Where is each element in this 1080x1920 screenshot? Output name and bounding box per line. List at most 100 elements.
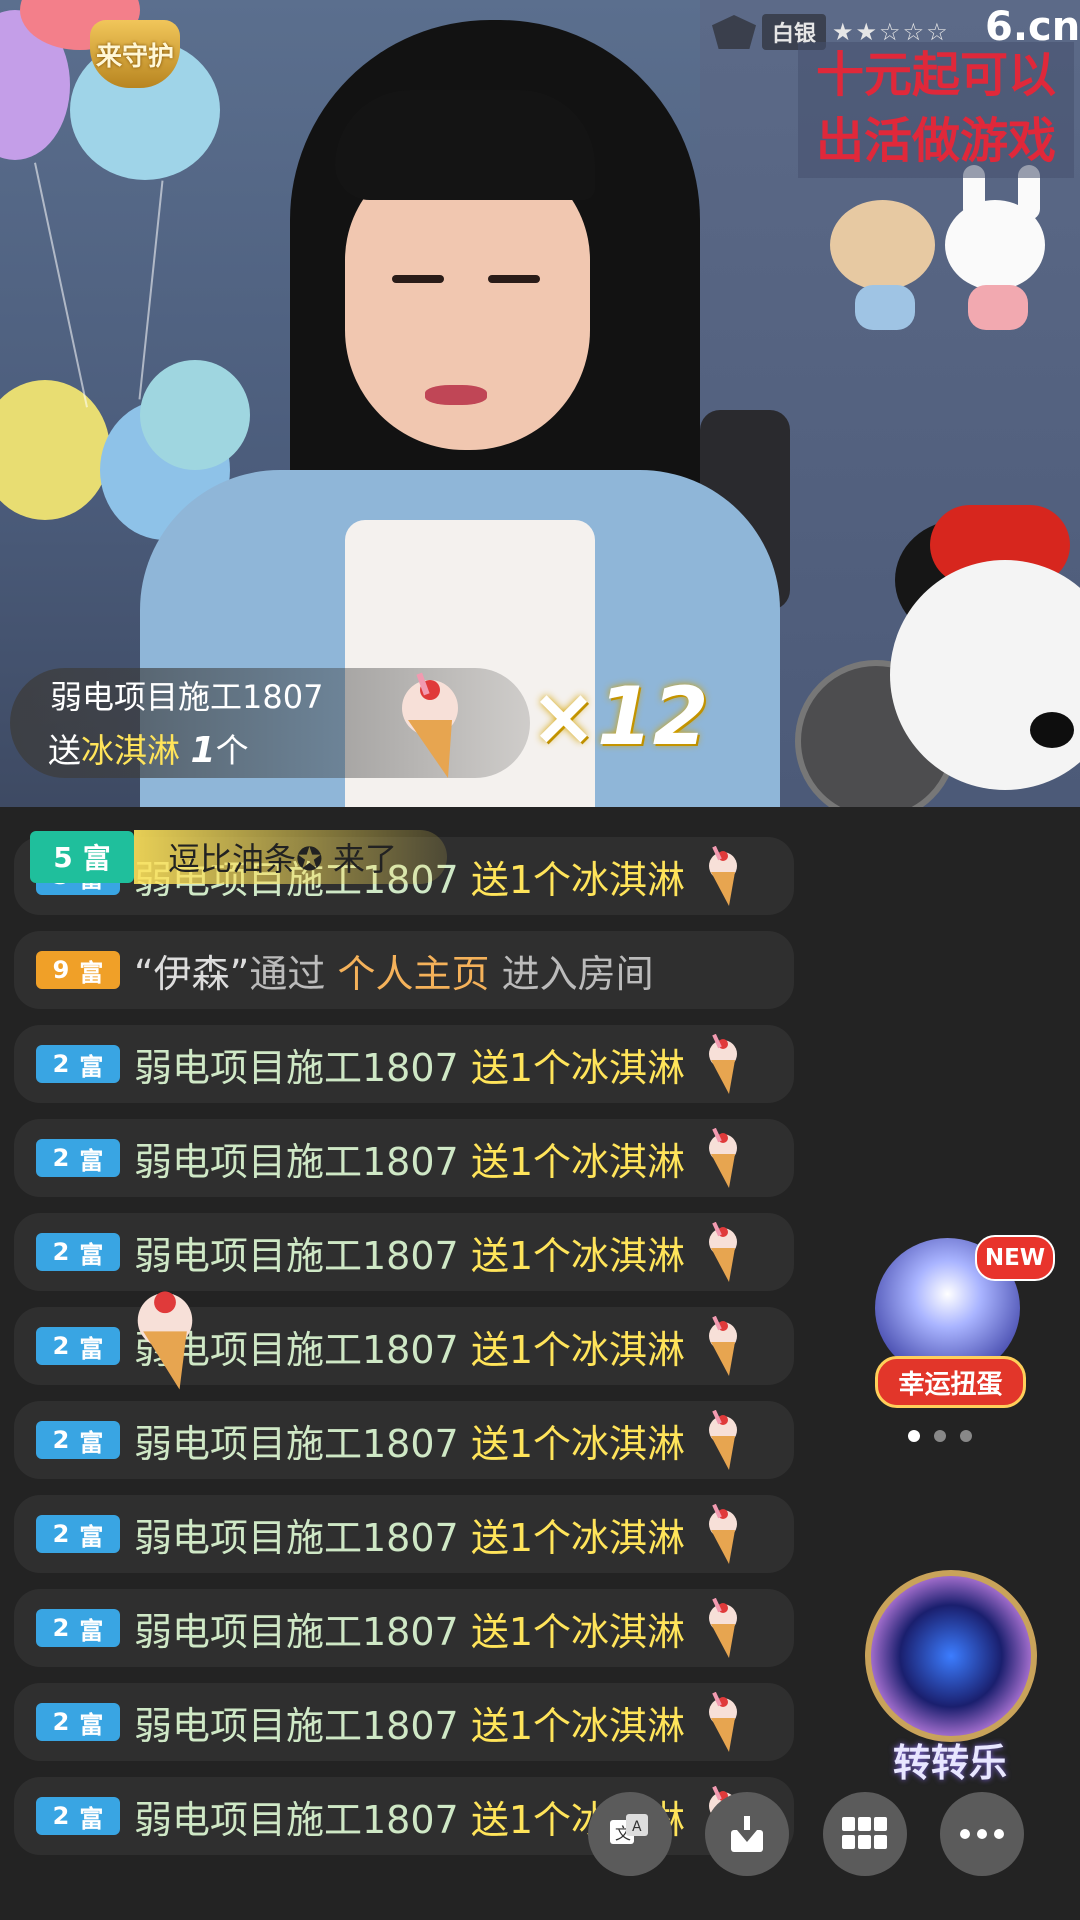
gift-banner-gift: 冰淇淋	[81, 731, 180, 770]
promo-line-1: 十元起可以	[815, 47, 1056, 103]
chat-tail: 进入房间	[501, 951, 654, 996]
chat-gift-action: 送1个冰淇淋	[470, 1515, 685, 1560]
ice-cream-icon	[709, 1034, 737, 1094]
chat-message: 弱电项目施工1807 送1个冰淇淋	[134, 1507, 685, 1562]
chat-message: 弱电项目施工1807 送1个冰淇淋	[134, 1319, 685, 1374]
chat-message: 弱电项目施工1807 送1个冰淇淋	[134, 1601, 685, 1656]
ice-cream-icon	[709, 1222, 737, 1282]
grid-menu-button[interactable]	[823, 1792, 907, 1876]
chat-gift-action: 送1个冰淇淋	[470, 1421, 685, 1466]
rabbit-body	[968, 285, 1028, 330]
promo-line-2: 出活做游戏	[815, 113, 1056, 169]
chat-message: 弱电项目施工1807 送1个冰淇淋	[134, 1037, 685, 1092]
gift-banner-line: 送冰淇淋 1个	[48, 724, 249, 772]
chat-username[interactable]: 弱电项目施工1807	[134, 1610, 459, 1654]
wealth-level-badge: 2富	[36, 1139, 120, 1177]
gift-banner-count: 1	[190, 730, 216, 771]
guard-badge[interactable]: 来守护	[90, 20, 180, 88]
entry-level: 5	[53, 840, 73, 874]
lucky-capsule-label: 幸运扭蛋	[875, 1356, 1026, 1408]
chat-username[interactable]: 弱电项目施工1807	[134, 1516, 459, 1560]
wealth-rich: 富	[79, 1146, 104, 1175]
wealth-rich: 富	[79, 1522, 104, 1551]
gift-banner-prefix: 送	[48, 731, 81, 770]
carousel-dot[interactable]	[908, 1430, 920, 1442]
balloon	[140, 360, 250, 470]
carousel-dots[interactable]	[908, 1430, 972, 1442]
spin-wheel-icon[interactable]	[865, 1570, 1037, 1742]
ice-cream-icon	[709, 846, 737, 906]
chat-row[interactable]: 2 富弱电项目施工1807 送1个冰淇淋	[14, 1401, 794, 1479]
chat-username[interactable]: 弱电项目施工1807	[134, 1422, 459, 1466]
balloon-string	[34, 162, 88, 408]
chat-row[interactable]: 2 富弱电项目施工1807 送1个冰淇淋	[14, 1777, 794, 1855]
eye	[392, 275, 444, 283]
wealth-level-badge: 9富	[36, 951, 120, 989]
gift-banner-unit: 个	[215, 731, 249, 770]
chat-profile-link[interactable]: 个人主页	[337, 952, 489, 996]
eye	[488, 275, 540, 283]
download-button[interactable]	[705, 1792, 789, 1876]
ice-cream-icon	[709, 1504, 737, 1564]
carousel-dot[interactable]	[960, 1430, 972, 1442]
wealth-level-badge: 2富	[36, 1421, 120, 1459]
chat-gift-action: 送1个冰淇淋	[470, 1327, 685, 1372]
bear-body	[855, 285, 915, 330]
chat-username[interactable]: 弱电项目施工1807	[134, 1234, 459, 1278]
wealth-rich: 富	[79, 1804, 104, 1833]
chat-username[interactable]: “伊森”	[134, 952, 249, 996]
chat-row[interactable]: 9 富 “伊森”通过 个人主页 进入房间	[14, 931, 794, 1009]
chat-message: 弱电项目施工1807 送1个冰淇淋	[134, 1695, 685, 1750]
entry-banner: 5 富 逗比油条✪ 来了	[30, 830, 447, 884]
wealth-level-badge: 2富	[36, 1327, 120, 1365]
ice-cream-icon	[709, 1410, 737, 1470]
chat-message: 弱电项目施工1807 送1个冰淇淋	[134, 1225, 685, 1280]
gift-multiplier: ×12	[530, 670, 709, 763]
carousel-dot[interactable]	[934, 1430, 946, 1442]
rank-shield-icon	[712, 15, 756, 49]
chat-via: 通过	[249, 951, 326, 996]
new-badge: NEW	[975, 1235, 1055, 1281]
chat-username[interactable]: 弱电项目施工1807	[134, 1798, 459, 1842]
wealth-rich: 富	[79, 1428, 104, 1457]
balloon	[0, 380, 110, 520]
wealth-level-badge: 2富	[36, 1045, 120, 1083]
wealth-rich: 富	[79, 1710, 104, 1739]
ice-cream-icon	[709, 1316, 737, 1376]
wealth-level: 2	[52, 1426, 70, 1454]
chat-row[interactable]: 2 富弱电项目施工1807 送1个冰淇淋	[14, 1119, 794, 1197]
floating-ice-cream-icon	[137, 1291, 193, 1390]
entry-text: 逗比油条✪ 来了	[134, 830, 447, 884]
chat-gift-action: 送1个冰淇淋	[470, 1609, 685, 1654]
wealth-rich: 富	[79, 1240, 104, 1269]
chat-username[interactable]: 弱电项目施工1807	[134, 1140, 459, 1184]
wealth-level-badge: 2富	[36, 1703, 120, 1741]
chat-gift-action: 送1个冰淇淋	[470, 1139, 685, 1184]
wealth-level: 2	[52, 1238, 70, 1266]
streamer-bangs	[335, 90, 595, 200]
svg-text:A: A	[632, 1819, 642, 1835]
chat-gift-action: 送1个冰淇淋	[470, 1703, 685, 1748]
entry-level-badge: 5 富	[30, 831, 134, 883]
chat-row[interactable]: 2 富弱电项目施工1807 送1个冰淇淋	[14, 1025, 794, 1103]
chat-username[interactable]: 弱电项目施工1807	[134, 1704, 459, 1748]
chat-row[interactable]: 2 富弱电项目施工1807 送1个冰淇淋	[14, 1683, 794, 1761]
chat-username[interactable]: 弱电项目施工1807	[134, 1046, 459, 1090]
promo-text: 十元起可以 出活做游戏	[798, 42, 1074, 178]
wealth-rich: 富	[79, 1052, 104, 1081]
wealth-level-badge: 2富	[36, 1515, 120, 1553]
ice-cream-icon	[709, 1692, 737, 1752]
gift-banner-user: 弱电项目施工1807	[50, 678, 324, 716]
wealth-level-badge: 2富	[36, 1609, 120, 1647]
wealth-rich: 富	[79, 1616, 104, 1645]
ice-cream-icon	[709, 1128, 737, 1188]
chat-row[interactable]: 2 富弱电项目施工1807 送1个冰淇淋	[14, 1589, 794, 1667]
wealth-rich: 富	[79, 958, 104, 987]
download-icon	[731, 1816, 763, 1852]
spin-wheel-label[interactable]: 转转乐	[860, 1732, 1040, 1787]
more-button[interactable]	[940, 1792, 1024, 1876]
translate-button[interactable]: 文 A	[588, 1792, 672, 1876]
entry-rich: 富	[82, 842, 111, 875]
wealth-level: 2	[52, 1614, 70, 1642]
chat-row[interactable]: 2 富弱电项目施工1807 送1个冰淇淋	[14, 1495, 794, 1573]
